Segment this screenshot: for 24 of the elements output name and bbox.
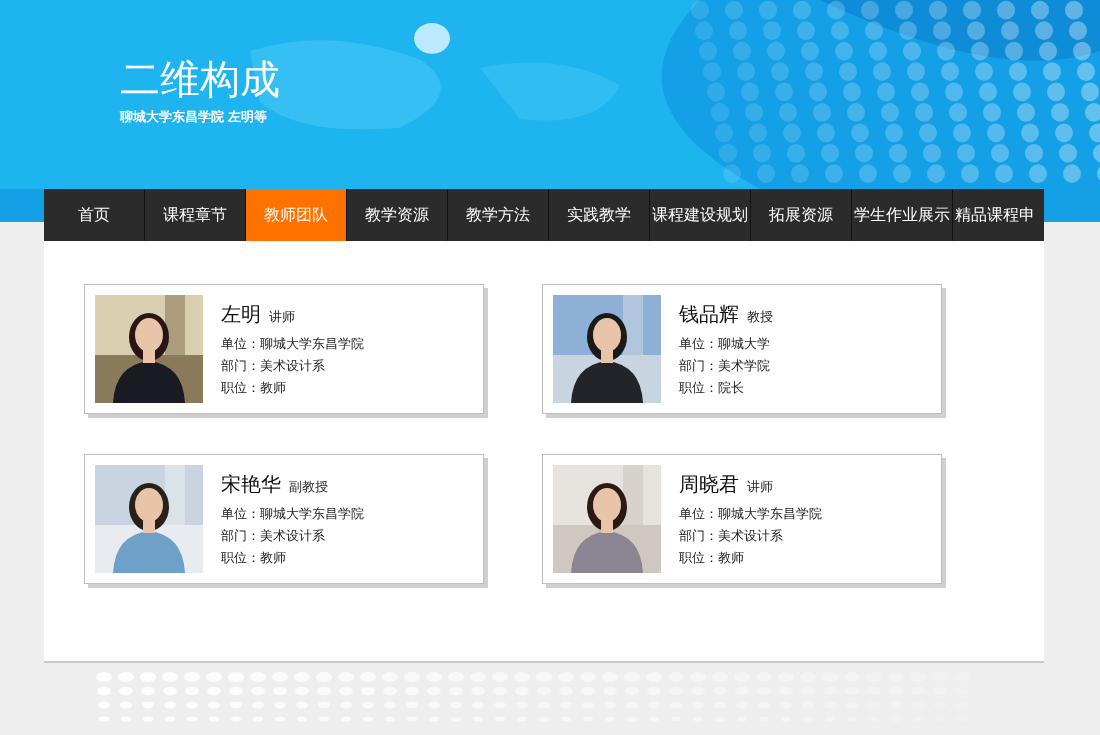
nav-tab[interactable]: 学生作业展示 bbox=[852, 189, 953, 241]
teacher-title: 讲师 bbox=[747, 478, 773, 496]
teacher-detail: 职位：院长 bbox=[679, 379, 744, 397]
teacher-name: 左明 bbox=[221, 302, 261, 327]
teacher-detail: 单位：聊城大学东昌学院 bbox=[221, 505, 364, 523]
teacher-detail: 部门：美术设计系 bbox=[221, 527, 325, 545]
teacher-detail: 职位：教师 bbox=[221, 549, 286, 567]
teacher-name: 宋艳华 bbox=[221, 472, 281, 497]
site-subtitle: 聊城大学东昌学院 左明等 bbox=[120, 108, 267, 126]
teacher-name: 钱品辉 bbox=[679, 302, 739, 327]
teacher-title: 副教授 bbox=[289, 478, 328, 496]
teacher-detail: 部门：美术学院 bbox=[679, 357, 770, 375]
teacher-detail: 部门：美术设计系 bbox=[221, 357, 325, 375]
teacher-title: 讲师 bbox=[269, 308, 295, 326]
nav-tab[interactable]: 课程建设规划 bbox=[650, 189, 751, 241]
teacher-detail: 职位：教师 bbox=[221, 379, 286, 397]
teacher-title: 教授 bbox=[747, 308, 773, 326]
teacher-detail: 职位：教师 bbox=[679, 549, 744, 567]
teacher-detail: 单位：聊城大学东昌学院 bbox=[221, 335, 364, 353]
site-title: 二维构成 bbox=[120, 56, 280, 103]
teacher-detail: 部门：美术设计系 bbox=[679, 527, 783, 545]
teacher-detail: 单位：聊城大学东昌学院 bbox=[679, 505, 822, 523]
teacher-name: 周晓君 bbox=[679, 472, 739, 497]
teacher-detail: 单位：聊城大学 bbox=[679, 335, 770, 353]
